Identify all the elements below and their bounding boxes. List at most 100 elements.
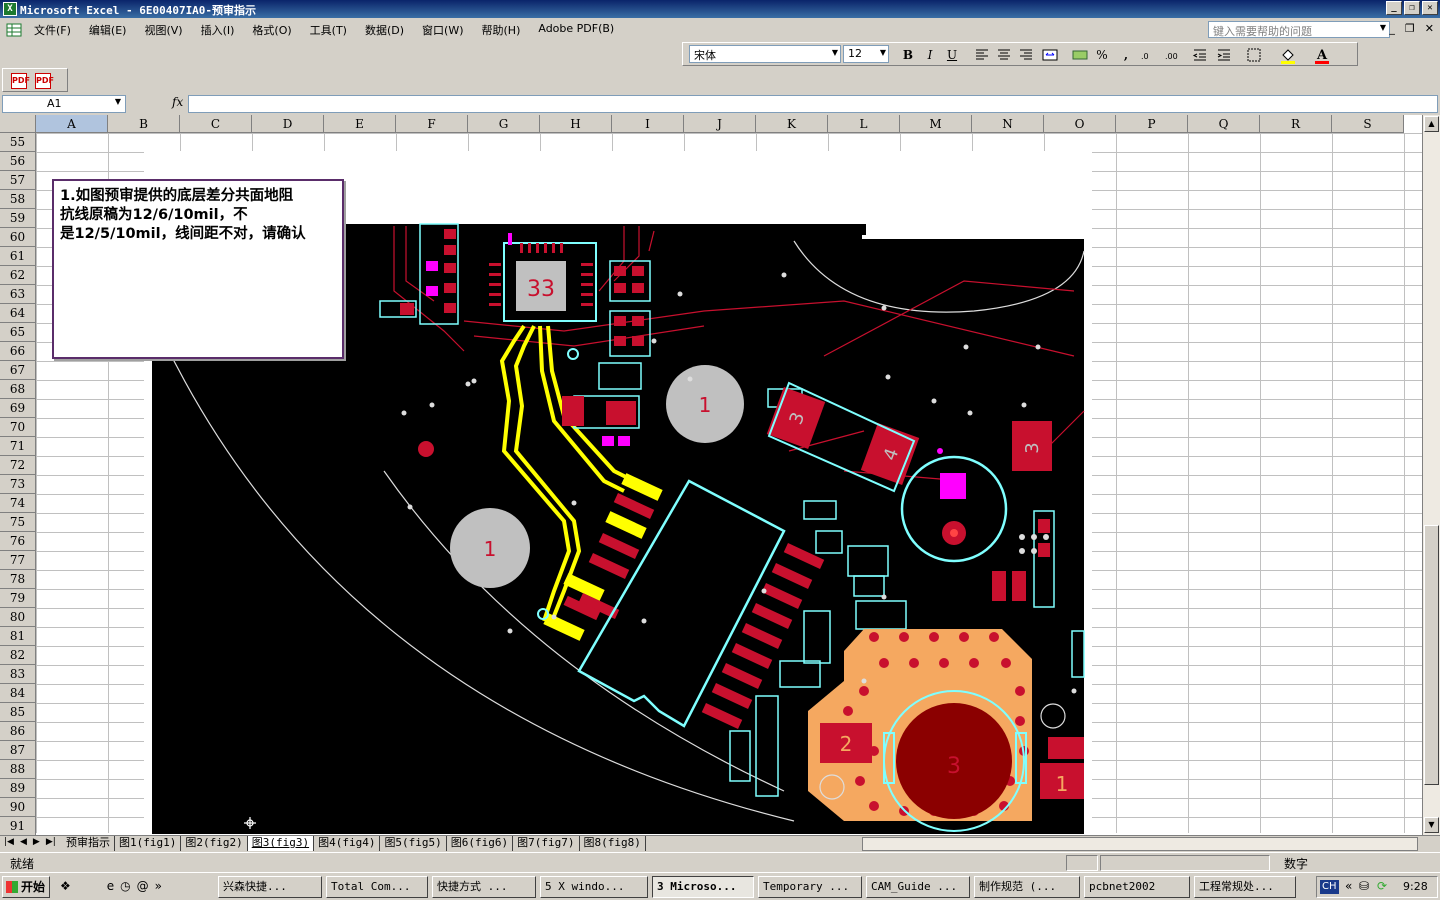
network-icon[interactable]: ⛁ <box>1359 879 1369 893</box>
minimize-button[interactable]: _ <box>1386 1 1402 15</box>
taskbar-button[interactable]: 制作规范 (... <box>974 876 1080 898</box>
sheet-tab[interactable]: 图2(fig2) <box>181 836 248 851</box>
column-header-l[interactable]: L <box>828 115 900 133</box>
first-sheet-icon[interactable]: |◀ <box>4 837 14 847</box>
row-header[interactable]: 77 <box>0 551 36 570</box>
taskbar-button[interactable]: 兴森快捷... <box>218 876 322 898</box>
row-header[interactable]: 67 <box>0 361 36 380</box>
taskbar-button[interactable]: CAM_Guide ... <box>866 876 970 898</box>
column-header-j[interactable]: J <box>684 115 756 133</box>
prev-sheet-icon[interactable]: ◀ <box>20 837 27 847</box>
column-header-q[interactable]: Q <box>1188 115 1260 133</box>
insert-function-icon[interactable]: fx <box>172 95 183 109</box>
next-sheet-icon[interactable]: ▶ <box>33 837 40 847</box>
workbook-close-button[interactable]: ✕ <box>1425 22 1434 35</box>
row-header[interactable]: 72 <box>0 456 36 475</box>
decrease-decimal-icon[interactable]: .00 <box>1163 46 1181 64</box>
row-header[interactable]: 59 <box>0 209 36 228</box>
font-name-select[interactable]: 宋体 ▼ <box>689 45 841 63</box>
taskbar-button[interactable]: 快捷方式 ... <box>432 876 536 898</box>
select-all-corner[interactable] <box>0 115 36 133</box>
increase-indent-icon[interactable] <box>1215 46 1233 64</box>
menu-item-4[interactable]: 格式(O) <box>252 22 291 38</box>
row-header[interactable]: 58 <box>0 190 36 209</box>
row-header[interactable]: 75 <box>0 513 36 532</box>
sheet-tab[interactable]: 图8(fig8) <box>580 836 646 851</box>
column-header-d[interactable]: D <box>252 115 324 133</box>
scroll-up-button[interactable]: ▲ <box>1424 116 1439 132</box>
row-header[interactable]: 82 <box>0 646 36 665</box>
align-center-icon[interactable] <box>995 46 1013 64</box>
row-header[interactable]: 57 <box>0 171 36 190</box>
column-header-f[interactable]: F <box>396 115 468 133</box>
clock-app-icon[interactable]: ◷ <box>120 879 130 893</box>
restore-button[interactable]: ❐ <box>1404 1 1420 15</box>
column-header-i[interactable]: I <box>612 115 684 133</box>
menu-item-1[interactable]: 编辑(E) <box>89 22 127 38</box>
row-header[interactable]: 91 <box>0 817 36 836</box>
row-header[interactable]: 60 <box>0 228 36 247</box>
menu-item-7[interactable]: 窗口(W) <box>422 22 463 38</box>
italic-button[interactable]: I <box>921 46 939 64</box>
merge-center-icon[interactable] <box>1041 46 1059 64</box>
column-header-h[interactable]: H <box>540 115 612 133</box>
formula-input[interactable] <box>188 95 1438 113</box>
sheet-tab[interactable]: 图5(fig5) <box>380 836 447 851</box>
row-header[interactable]: 70 <box>0 418 36 437</box>
convert-and-email-pdf-icon[interactable]: PDF <box>35 73 54 89</box>
bold-button[interactable]: B <box>899 46 917 64</box>
row-header[interactable]: 65 <box>0 323 36 342</box>
sync-icon[interactable]: ⟳ <box>1377 879 1387 893</box>
percent-button[interactable]: % <box>1093 46 1111 64</box>
row-header[interactable]: 85 <box>0 703 36 722</box>
column-header-e[interactable]: E <box>324 115 396 133</box>
row-header[interactable]: 71 <box>0 437 36 456</box>
font-size-select[interactable]: 12 ▼ <box>843 45 889 63</box>
sheet-tab[interactable]: 图4(fig4) <box>314 836 381 851</box>
help-search-input[interactable]: 键入需要帮助的问题 ▼ <box>1208 21 1390 38</box>
row-header[interactable]: 76 <box>0 532 36 551</box>
sheet-tab[interactable]: 图6(fig6) <box>447 836 514 851</box>
row-header[interactable]: 63 <box>0 285 36 304</box>
decrease-indent-icon[interactable] <box>1191 46 1209 64</box>
column-header-c[interactable]: C <box>180 115 252 133</box>
taskbar-button[interactable]: Total Com... <box>326 876 428 898</box>
menu-item-3[interactable]: 插入(I) <box>201 22 235 38</box>
column-header-n[interactable]: N <box>972 115 1044 133</box>
row-header[interactable]: 83 <box>0 665 36 684</box>
underline-button[interactable]: U <box>943 46 961 64</box>
vertical-scrollbar[interactable]: ▲ ▼ <box>1422 115 1440 835</box>
column-header-b[interactable]: B <box>108 115 180 133</box>
row-header[interactable]: 84 <box>0 684 36 703</box>
row-header[interactable]: 80 <box>0 608 36 627</box>
row-header[interactable]: 86 <box>0 722 36 741</box>
workbook-restore-button[interactable]: ❐ <box>1405 22 1415 35</box>
workbook-minimize-button[interactable]: _ <box>1389 22 1395 35</box>
sheet-tab[interactable]: 图1(fig1) <box>115 836 182 851</box>
fill-color-icon[interactable] <box>1279 46 1297 64</box>
chevron-down-icon[interactable]: ▼ <box>1380 23 1386 32</box>
app-launcher-icon[interactable]: ❖ <box>60 879 71 893</box>
align-right-icon[interactable] <box>1017 46 1035 64</box>
menu-item-5[interactable]: 工具(T) <box>310 22 347 38</box>
row-header[interactable]: 79 <box>0 589 36 608</box>
column-header-a[interactable]: A <box>36 115 108 133</box>
increase-decimal-icon[interactable]: .0 <box>1139 46 1157 64</box>
font-color-icon[interactable]: A <box>1313 46 1331 64</box>
menu-item-2[interactable]: 视图(V) <box>144 22 182 38</box>
last-sheet-icon[interactable]: ▶| <box>46 837 56 847</box>
row-header[interactable]: 78 <box>0 570 36 589</box>
row-header[interactable]: 69 <box>0 399 36 418</box>
column-header-m[interactable]: M <box>900 115 972 133</box>
row-header[interactable]: 87 <box>0 741 36 760</box>
ie-icon[interactable]: e <box>107 879 114 893</box>
comma-style-button[interactable]: , <box>1117 46 1135 64</box>
ime-indicator[interactable]: CH <box>1320 880 1339 894</box>
start-button[interactable]: 开始 <box>2 876 50 898</box>
borders-icon[interactable] <box>1245 46 1263 64</box>
taskbar-button[interactable]: 工程常规处... <box>1194 876 1296 898</box>
name-box[interactable]: A1 ▼ <box>2 95 126 113</box>
column-header-g[interactable]: G <box>468 115 540 133</box>
column-header-o[interactable]: O <box>1044 115 1116 133</box>
row-header[interactable]: 89 <box>0 779 36 798</box>
